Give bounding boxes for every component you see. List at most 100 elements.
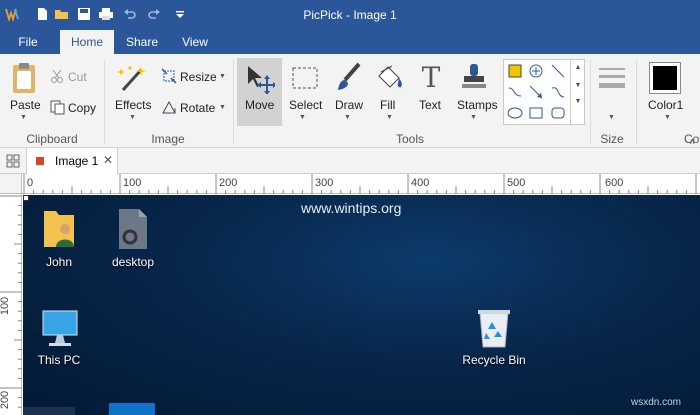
vertical-ruler: 100 200 <box>0 194 22 415</box>
ruler-label-v200: 200 <box>0 390 12 410</box>
horizontal-ruler: 0 100 200 300 400 500 600 <box>22 174 700 194</box>
move-tool-button[interactable]: Move <box>237 58 282 126</box>
gallery-down-icon[interactable]: ▼ <box>571 82 585 89</box>
copy-icon[interactable] <box>50 100 65 118</box>
group-clipboard-label: Clipboard <box>26 132 78 146</box>
effects-button[interactable]: Effects <box>115 98 151 112</box>
paste-icon[interactable] <box>9 62 39 96</box>
stamps-icon[interactable] <box>459 62 489 95</box>
size-dropdown-icon[interactable]: ▼ <box>608 114 615 121</box>
ruler-label-600: 600 <box>605 177 624 189</box>
line-size-icon[interactable] <box>597 64 627 97</box>
user-folder-icon <box>24 205 94 251</box>
resize-icon[interactable] <box>161 68 177 87</box>
crosshair-circle-icon[interactable] <box>528 63 544 82</box>
fill-button[interactable]: Fill <box>380 98 395 112</box>
partial-icon <box>109 403 155 415</box>
ruler-label-200: 200 <box>219 177 238 189</box>
shapes-gallery: ▲ ▼ ▼ <box>503 59 585 125</box>
rounded-rectangle-icon[interactable] <box>550 105 566 124</box>
gallery-up-icon[interactable]: ▲ <box>571 64 585 71</box>
desktop-icon-desktop[interactable]: desktop <box>98 205 168 269</box>
ruler-label-400: 400 <box>411 177 430 189</box>
select-button[interactable]: Select <box>289 98 322 112</box>
title-bar: PicPick - Image 1 <box>0 0 700 30</box>
tab-image-1[interactable]: Image 1 ✕ <box>26 148 118 174</box>
text-tool-icon[interactable]: T <box>418 61 444 94</box>
select-icon[interactable] <box>291 66 319 93</box>
gallery-scroll[interactable]: ▲ ▼ ▼ <box>570 60 585 124</box>
text-button[interactable]: Text <box>419 98 441 112</box>
color1-dropdown-icon[interactable]: ▼ <box>664 114 671 121</box>
divider <box>636 60 637 144</box>
desktop-icon-this-pc[interactable]: This PC <box>24 305 94 367</box>
icon-label: This PC <box>37 353 81 367</box>
draw-button[interactable]: Draw <box>335 98 363 112</box>
rotate-dropdown-icon[interactable]: ▼ <box>219 104 226 111</box>
document-tab-strip: Image 1 ✕ <box>0 148 700 174</box>
partial-icon <box>23 407 75 415</box>
color1-button[interactable]: Color1 <box>648 98 683 112</box>
move-label: Move <box>245 98 275 112</box>
ribbon-tabs: File Home Share View <box>0 30 700 54</box>
divider <box>233 60 234 144</box>
color1-swatch[interactable] <box>649 62 681 94</box>
window-title: PicPick - Image 1 <box>303 8 397 22</box>
fill-bucket-icon[interactable] <box>374 62 404 95</box>
icon-label: John <box>45 255 73 269</box>
stamps-dropdown-icon[interactable]: ▼ <box>470 114 477 121</box>
tab-share[interactable]: Share <box>118 30 166 54</box>
ruler-label-v100: 100 <box>0 296 12 316</box>
effects-icon[interactable] <box>115 62 149 94</box>
curve-line-icon[interactable] <box>507 84 523 103</box>
tab-grid-icon[interactable] <box>6 154 20 171</box>
tab-view[interactable]: View <box>172 30 218 54</box>
rotate-icon[interactable] <box>161 99 177 118</box>
desktop-icon-john[interactable]: John <box>24 205 94 269</box>
doc-tab-label: Image 1 <box>55 154 99 168</box>
paste-dropdown-icon[interactable]: ▼ <box>20 114 27 121</box>
cut-icon[interactable] <box>50 69 64 86</box>
recycle-bin-icon <box>459 305 529 349</box>
divider <box>104 60 105 144</box>
resize-dropdown-icon[interactable]: ▼ <box>219 73 226 80</box>
ellipse-icon[interactable] <box>507 105 523 124</box>
paste-button[interactable]: Paste <box>10 98 41 112</box>
rectangle-highlight-icon[interactable] <box>507 63 523 82</box>
group-size-label: Size <box>600 132 624 146</box>
cut-button[interactable]: Cut <box>68 70 87 84</box>
system-file-icon <box>98 205 168 251</box>
draw-dropdown-icon[interactable]: ▼ <box>344 114 351 121</box>
collapse-ribbon-icon[interactable]: ∧ <box>689 136 696 147</box>
line-icon[interactable] <box>550 63 566 82</box>
resize-button[interactable]: Resize <box>180 70 217 84</box>
gallery-more-icon[interactable]: ▼ <box>571 98 585 105</box>
footer-watermark: wsxdn.com <box>631 397 682 408</box>
draw-brush-icon[interactable] <box>335 62 363 95</box>
rectangle-icon[interactable] <box>528 105 544 124</box>
arrow-line-icon[interactable] <box>528 84 544 103</box>
fill-dropdown-icon[interactable]: ▼ <box>386 114 393 121</box>
stamps-button[interactable]: Stamps <box>457 98 498 112</box>
desktop-icon-recycle-bin[interactable]: Recycle Bin <box>459 305 529 367</box>
icon-label: desktop <box>111 255 155 269</box>
canvas-resize-handle[interactable] <box>23 195 29 201</box>
tab-home[interactable]: Home <box>60 30 114 54</box>
close-tab-icon[interactable]: ✕ <box>103 153 113 167</box>
tab-file[interactable]: File <box>8 30 48 54</box>
group-image-label: Image <box>151 132 185 146</box>
select-dropdown-icon[interactable]: ▼ <box>299 114 306 121</box>
rotate-button[interactable]: Rotate <box>180 101 215 115</box>
copy-button[interactable]: Copy <box>68 101 96 115</box>
ruler-label-300: 300 <box>315 177 334 189</box>
effects-dropdown-icon[interactable]: ▼ <box>129 114 136 121</box>
curved-arrow-icon[interactable] <box>550 84 566 103</box>
icon-label: Recycle Bin <box>462 353 526 367</box>
move-icon <box>245 64 277 97</box>
watermark-text: www.wintips.org <box>301 200 402 216</box>
divider <box>590 60 591 144</box>
ruler-label-0: 0 <box>27 177 34 189</box>
ruler-label-100: 100 <box>123 177 142 189</box>
computer-monitor-icon <box>24 305 94 349</box>
image-canvas[interactable]: www.wintips.org John desktop This PC Rec… <box>23 195 700 415</box>
